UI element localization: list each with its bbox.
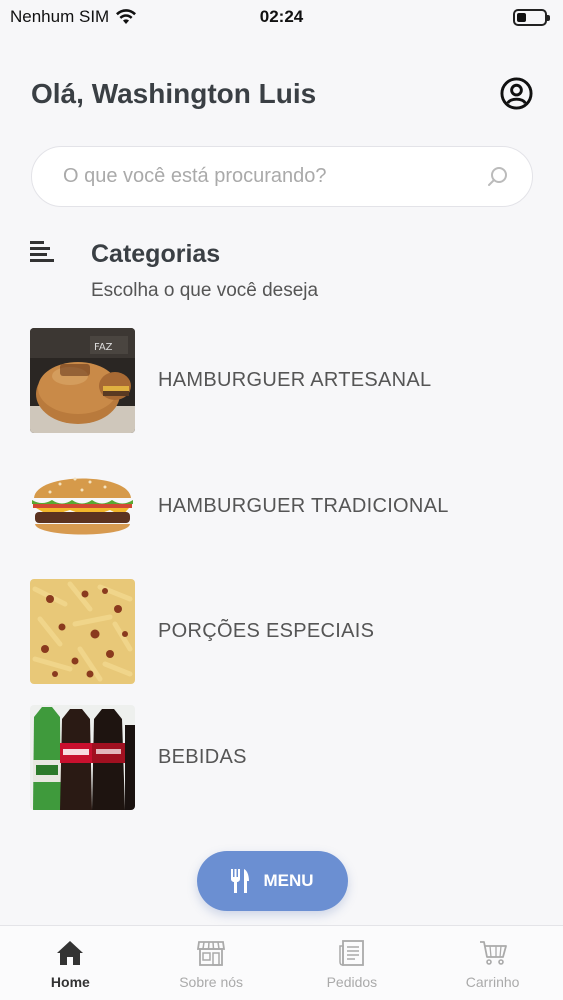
search-input[interactable] xyxy=(63,165,486,188)
categories-title: Categorias xyxy=(91,240,221,268)
category-label: PORÇÕES ESPECIAIS xyxy=(158,619,375,642)
battery-icon xyxy=(513,8,550,26)
category-label: HAMBURGUER TRADICIONAL xyxy=(158,494,449,517)
category-item-porcoes-especiais[interactable]: PORÇÕES ESPECIAIS xyxy=(30,578,533,684)
receipt-icon xyxy=(339,940,364,966)
fork-knife-icon xyxy=(231,869,250,893)
tab-label: Home xyxy=(50,974,90,990)
category-label: HAMBURGUER ARTESANAL xyxy=(158,368,432,391)
category-item-bebidas[interactable]: BEBIDAS xyxy=(30,704,533,810)
category-item-hamburguer-tradicional[interactable]: HAMBURGUER TRADICIONAL xyxy=(30,453,533,559)
tab-carrinho[interactable]: Carrinho xyxy=(422,926,563,1000)
carrier-label: Nenhum SIM xyxy=(10,7,110,26)
tab-label: Sobre nós xyxy=(179,974,244,990)
search-bar xyxy=(31,146,533,207)
status-left: Nenhum SIM xyxy=(10,7,137,27)
greeting-title: Olá, Washington Luis xyxy=(31,78,317,109)
bottom-tab-bar: Home Sobre nós Pedidos Carrinho xyxy=(0,925,563,1000)
user-profile-icon[interactable] xyxy=(500,77,533,110)
soda-bottles-image xyxy=(30,704,135,810)
battery-level xyxy=(517,12,526,22)
menu-button-label: MENU xyxy=(263,871,314,890)
search-icon[interactable] xyxy=(486,165,510,189)
category-item-hamburguer-artesanal[interactable]: FAZ HAMBURGUER ARTESANAL xyxy=(30,327,533,433)
artisan-burger-image: FAZ xyxy=(30,327,135,433)
store-icon xyxy=(197,941,226,966)
menu-button[interactable]: MENU xyxy=(197,851,348,911)
status-bar: Nenhum SIM 02:24 xyxy=(0,0,563,34)
home-icon xyxy=(57,941,84,965)
tab-sobre-nos[interactable]: Sobre nós xyxy=(141,926,282,1000)
menu-lines-icon[interactable] xyxy=(30,240,54,264)
status-time: 02:24 xyxy=(259,7,304,26)
traditional-burger-image xyxy=(30,453,135,559)
tab-pedidos[interactable]: Pedidos xyxy=(282,926,423,1000)
tab-label: Carrinho xyxy=(465,974,520,990)
tab-label: Pedidos xyxy=(326,974,378,990)
cart-icon xyxy=(479,941,507,965)
categories-subtitle: Escolha o que você deseja xyxy=(91,280,319,301)
category-label: BEBIDAS xyxy=(158,745,247,768)
wifi-icon xyxy=(116,9,137,24)
tab-home[interactable]: Home xyxy=(0,926,141,1000)
fries-portion-image xyxy=(30,578,135,684)
svg-text:FAZ: FAZ xyxy=(94,342,113,353)
